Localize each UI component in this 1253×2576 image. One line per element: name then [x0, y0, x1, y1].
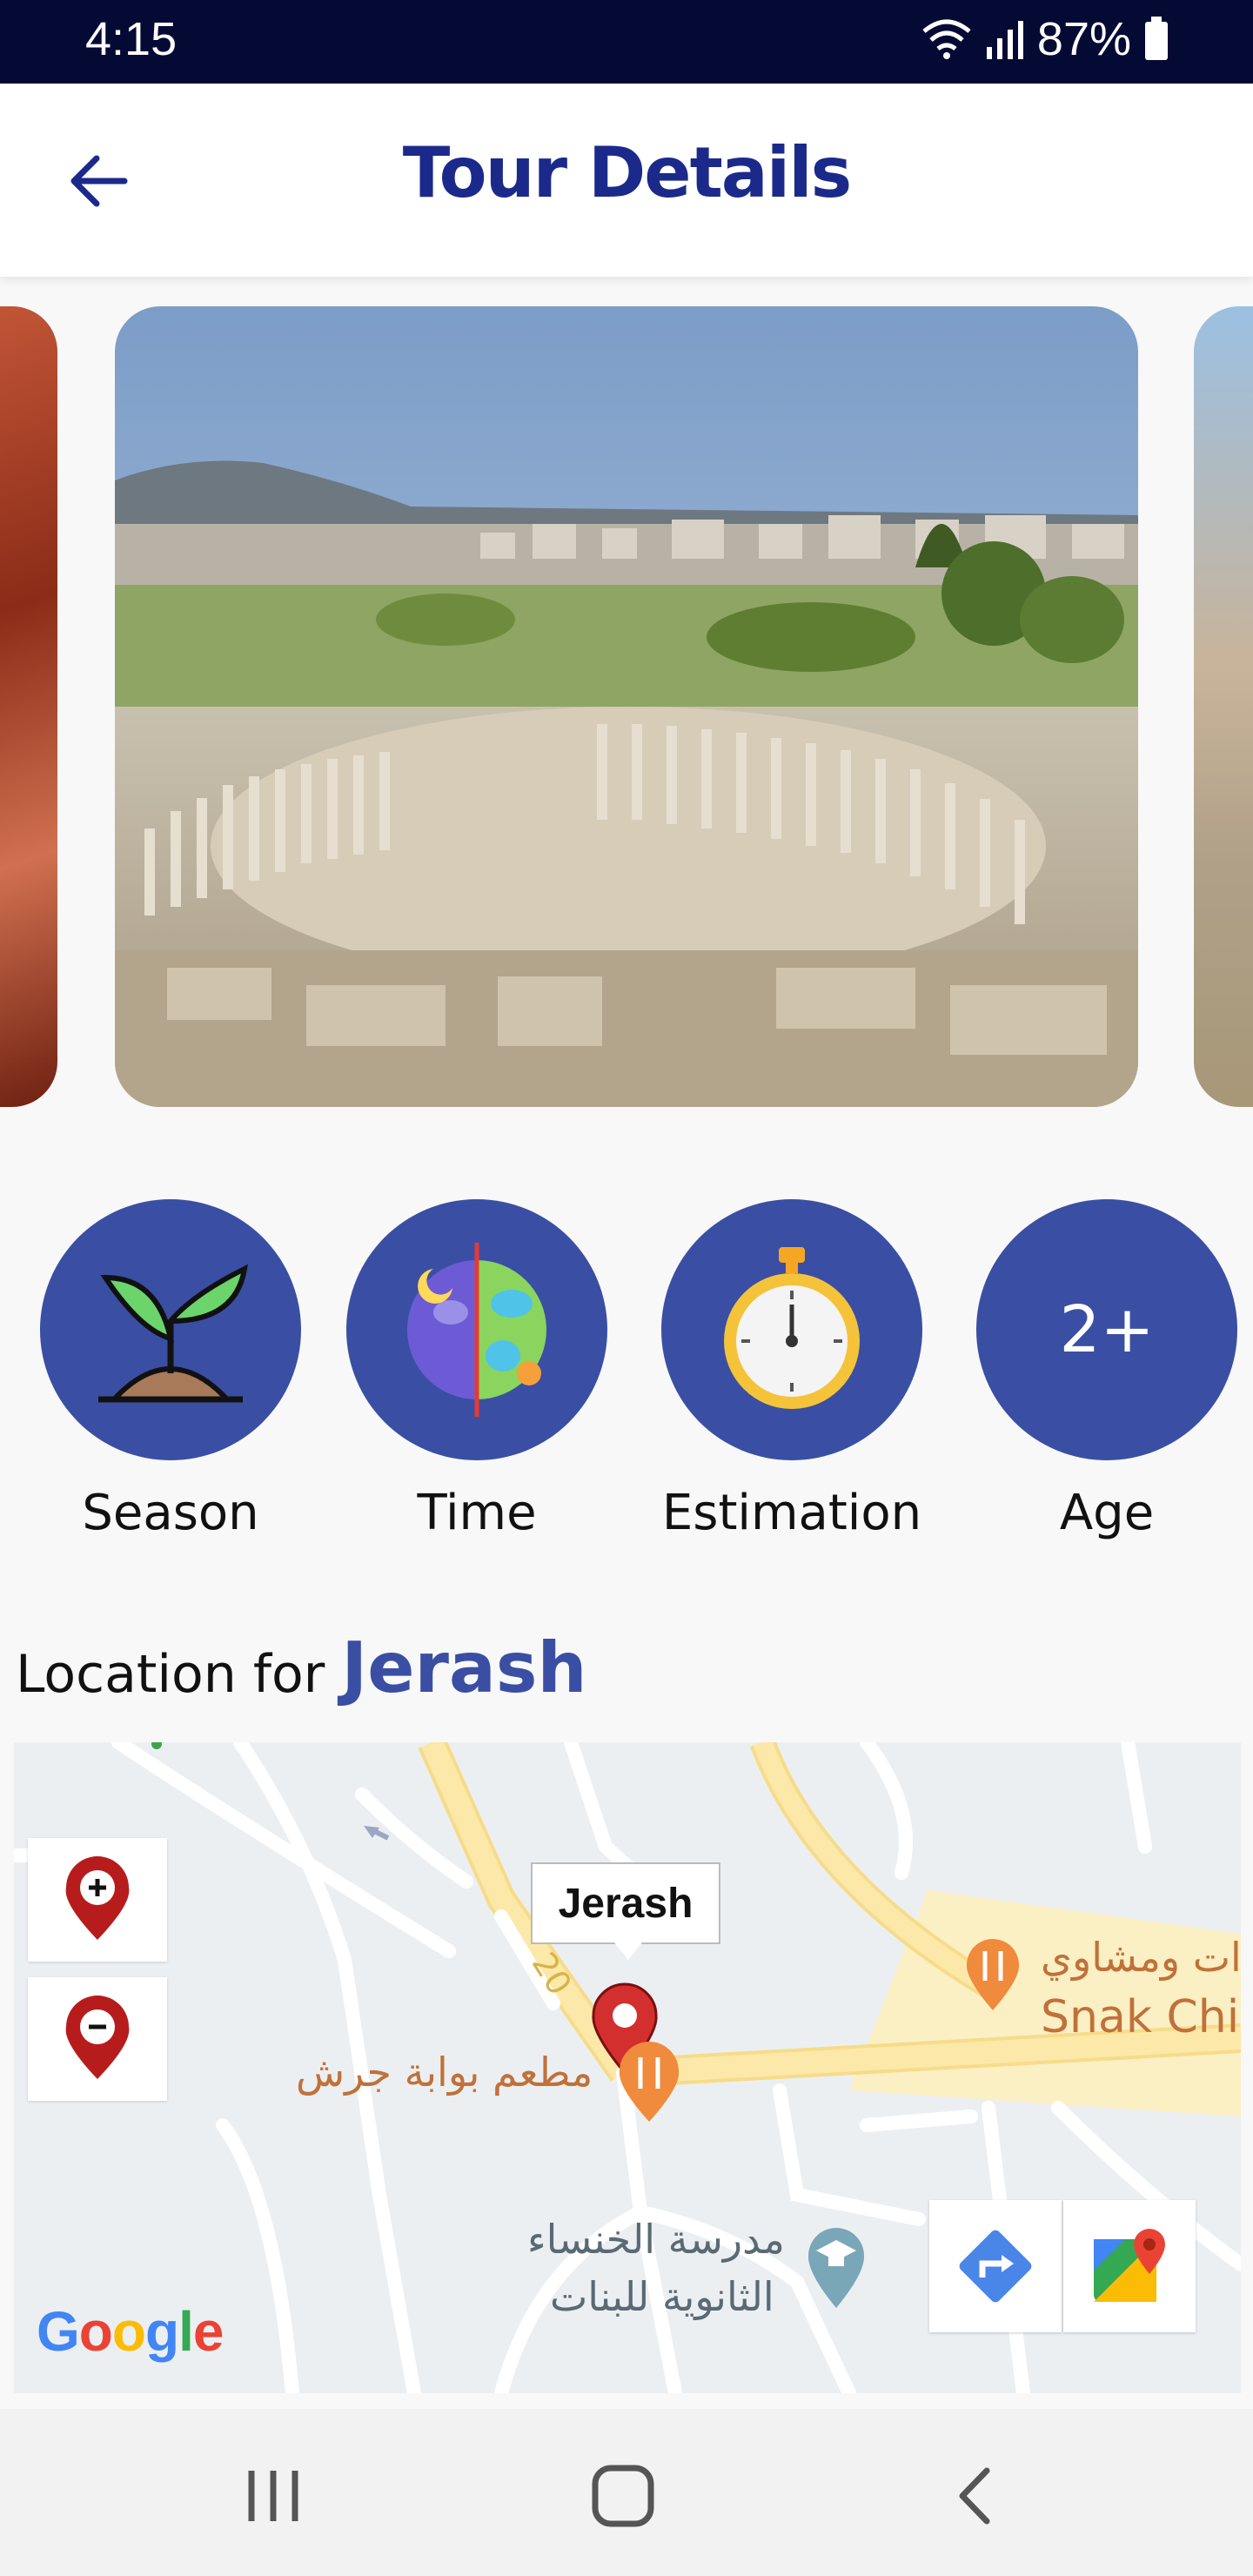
estimation-label: Estimation	[661, 1485, 922, 1541]
tour-features: Season Time Estimation 2+ Age	[0, 1199, 1253, 1547]
wifi-icon	[922, 19, 971, 59]
snack-poi-icon[interactable]	[962, 1935, 1023, 2014]
age-circle[interactable]: 2+	[976, 1199, 1237, 1460]
snack-label-ar: ات ومشاوي	[1041, 1934, 1241, 1981]
google-maps-icon	[1094, 2229, 1165, 2302]
zoom-out-button[interactable]	[28, 1977, 167, 2101]
page-title: Tour Details	[402, 132, 853, 213]
feature-age[interactable]: 2+ Age	[976, 1199, 1237, 1541]
school-label-line1: مدرسة الخنساء	[527, 2216, 785, 2263]
chevron-left-icon	[959, 2467, 990, 2525]
restaurant-poi-icon[interactable]	[614, 2038, 684, 2125]
feature-estimation[interactable]: Estimation	[661, 1199, 922, 1541]
status-time: 4:15	[85, 13, 178, 65]
recent-apps-button[interactable]	[221, 2444, 325, 2548]
battery-percent: 87%	[1036, 13, 1131, 65]
battery-icon	[1145, 17, 1168, 60]
time-label: Time	[417, 1485, 537, 1541]
location-place: Jerash	[341, 1627, 587, 1708]
status-bar: 4:15 87%	[0, 0, 1253, 84]
day-night-globe-icon	[407, 1243, 546, 1417]
stopwatch-icon	[724, 1247, 860, 1409]
status-indicators: 87%	[921, 12, 1169, 66]
zoom-in-button[interactable]	[28, 1838, 167, 1962]
directions-icon	[959, 2230, 1032, 2303]
home-icon	[592, 2465, 654, 2527]
google-logo: Google	[37, 2300, 224, 2363]
jerash-forum-illustration	[115, 306, 1138, 1107]
open-in-maps-button[interactable]	[1063, 2200, 1196, 2332]
image-carousel[interactable]	[0, 306, 1253, 1107]
estimation-circle[interactable]	[661, 1199, 922, 1460]
sprout-icon	[98, 1264, 248, 1403]
school-label-line2: الثانوية للبنات	[550, 2273, 774, 2320]
restaurant-label: مطعم بوابة جرش	[296, 2049, 593, 2096]
carousel-image-next[interactable]	[1194, 306, 1253, 1107]
location-heading: Location for Jerash	[16, 1627, 586, 1708]
age-value: 2+	[1059, 1292, 1155, 1367]
carousel-image-petra[interactable]	[0, 306, 57, 1107]
map-view[interactable]: Jerash مطعم بوابة جرش 20 ات ومشاوي Snak …	[14, 1742, 1241, 2393]
app-bar: Tour Details	[0, 84, 1253, 277]
age-label: Age	[1059, 1485, 1155, 1541]
system-nav-bar	[0, 2409, 1253, 2576]
school-poi-icon[interactable]	[804, 2224, 868, 2311]
zoom-in-pin-icon	[65, 1856, 130, 1940]
season-label: Season	[82, 1485, 259, 1541]
back-nav-button[interactable]	[922, 2444, 1027, 2548]
feature-time[interactable]: Time	[346, 1199, 607, 1541]
location-prefix: Location for	[16, 1644, 342, 1705]
snack-label-en: Snak Chik	[1041, 1991, 1241, 2043]
recent-apps-icon	[248, 2471, 298, 2521]
feature-season[interactable]: Season	[40, 1199, 301, 1541]
home-button[interactable]	[571, 2444, 675, 2548]
carousel-image-jerash[interactable]	[115, 306, 1138, 1107]
season-circle[interactable]	[40, 1199, 301, 1460]
time-circle[interactable]	[346, 1199, 607, 1460]
marker-info-window[interactable]: Jerash	[531, 1862, 720, 1960]
signal-icon	[986, 21, 1023, 59]
directions-button[interactable]	[929, 2200, 1062, 2332]
zoom-out-pin-icon	[65, 1996, 130, 2079]
